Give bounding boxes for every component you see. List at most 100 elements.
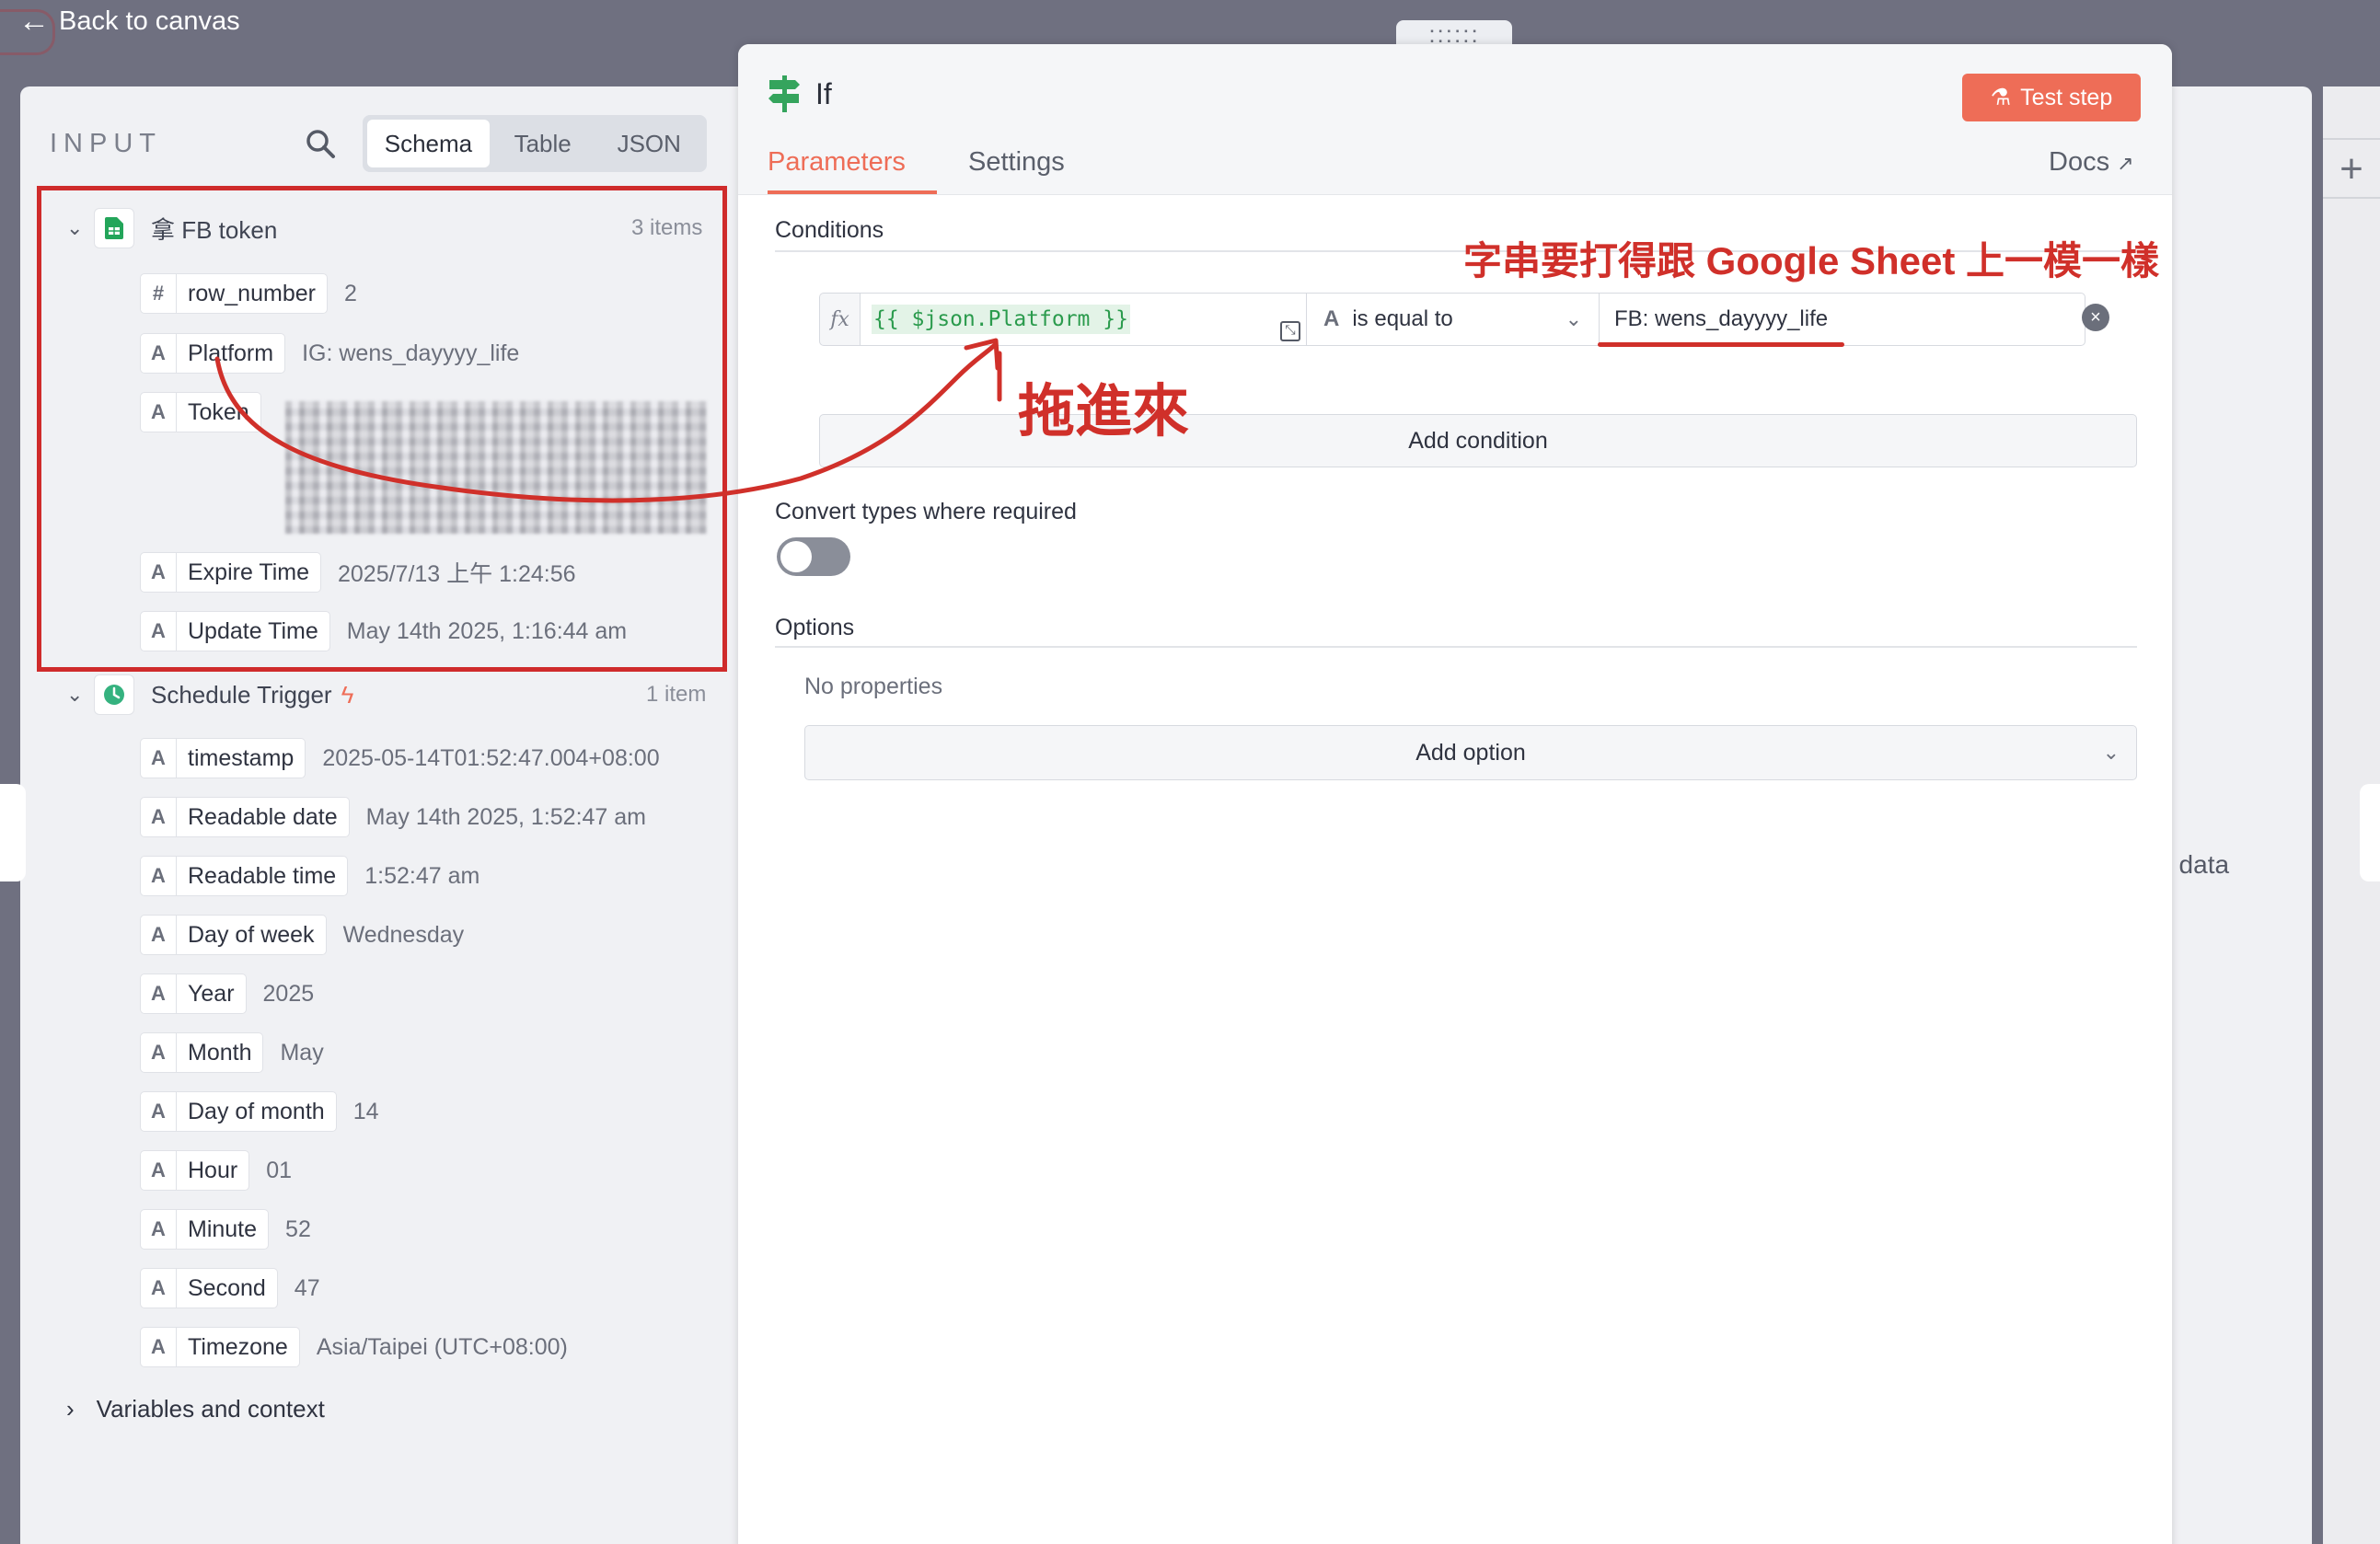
operator-select[interactable]: A is equal to ⌄ [1307, 293, 1600, 346]
chevron-down-icon[interactable]: ⌄ [66, 683, 94, 707]
string-type-icon: A [140, 1268, 177, 1308]
tab-schema[interactable]: Schema [367, 120, 490, 167]
right-collapse-tab[interactable] [2360, 784, 2380, 881]
input-panel-title: INPUT [50, 129, 162, 158]
field-name[interactable]: Day of month [177, 1091, 337, 1132]
flask-icon: ⚗ [1990, 85, 2012, 110]
convert-types-toggle[interactable] [777, 537, 850, 576]
string-type-icon: A [140, 856, 177, 896]
field-name[interactable]: Month [177, 1032, 264, 1073]
arrow-left-icon: ← [18, 4, 50, 39]
annotation-highlight-box [37, 186, 727, 672]
toggle-knob [780, 541, 812, 572]
field-name[interactable]: timestamp [177, 738, 306, 778]
field-value: 2025-05-14T01:52:47.004+08:00 [322, 744, 660, 771]
docs-link[interactable]: Docs ↗ [2049, 147, 2134, 178]
back-to-canvas-label: Back to canvas [59, 6, 240, 36]
output-hint-text: / data [2165, 850, 2230, 879]
string-type-icon: A [140, 738, 177, 778]
schema-field[interactable]: A Readable time 1:52:47 am [140, 856, 479, 896]
expand-editor-icon[interactable]: ⤡ [1280, 321, 1300, 341]
trigger-bolt-icon: ϟ [341, 680, 354, 709]
back-to-canvas-link[interactable]: ← Back to canvas [18, 6, 240, 37]
field-value: 01 [266, 1157, 292, 1183]
if-signpost-icon [768, 75, 800, 112]
string-type-icon: A [140, 915, 177, 955]
active-tab-underline [768, 190, 937, 194]
schema-field[interactable]: A Month May [140, 1032, 324, 1073]
schema-field[interactable]: A Day of month 14 [140, 1091, 379, 1132]
field-name[interactable]: Year [177, 974, 247, 1014]
tab-table[interactable]: Table [490, 120, 596, 167]
tab-json[interactable]: JSON [595, 120, 702, 167]
field-name[interactable]: Second [177, 1268, 278, 1308]
condition-left-value[interactable]: {{ $json.Platform }} ⤡ [860, 293, 1307, 346]
view-mode-tabs: Schema Table JSON [363, 115, 707, 172]
field-name[interactable]: Day of week [177, 915, 327, 955]
annotation-drag-note: 拖進來 [1018, 380, 1190, 444]
field-value: 2025 [262, 980, 315, 1007]
string-type-icon: A [140, 1150, 177, 1191]
chevron-down-icon: ⌄ [2102, 741, 2120, 764]
node-title[interactable]: If [815, 77, 832, 111]
add-option-button[interactable]: Add option ⌄ [804, 725, 2137, 780]
convert-types-label: Convert types where required [775, 499, 1077, 524]
field-name[interactable]: Minute [177, 1209, 270, 1250]
annotation-exact-match-note: 字串要打得跟 Google Sheet 上一模一樣 [1463, 239, 2160, 282]
schema-field[interactable]: A Readable date May 14th 2025, 1:52:47 a… [140, 797, 646, 837]
node-row-schedule-trigger[interactable]: ⌄ Schedule Trigger ϟ [66, 674, 353, 715]
string-type-icon: A [140, 1032, 177, 1073]
fx-icon: fx [819, 293, 860, 346]
remove-condition-icon[interactable]: × [2082, 304, 2109, 331]
clock-icon [94, 674, 134, 715]
schema-field[interactable]: A Timezone Asia/Taipei (UTC+08:00) [140, 1327, 568, 1367]
test-step-button[interactable]: ⚗ Test step [1962, 74, 2141, 121]
no-properties-text: No properties [804, 674, 943, 699]
test-step-label: Test step [2020, 84, 2113, 110]
schema-field[interactable]: A timestamp 2025-05-14T01:52:47.004+08:0… [140, 738, 660, 778]
field-value: Wednesday [342, 921, 465, 948]
schema-field[interactable]: A Minute 52 [140, 1209, 311, 1250]
conditions-label: Conditions [775, 217, 884, 243]
docs-label: Docs [2049, 147, 2110, 177]
add-node-button[interactable]: + [2323, 138, 2380, 199]
string-type-icon: A [1323, 306, 1340, 331]
field-value: 47 [294, 1274, 320, 1301]
variables-label: Variables and context [96, 1395, 325, 1423]
tab-parameters[interactable]: Parameters [768, 147, 906, 178]
condition-right-value[interactable]: FB: wens_dayyyy_life [1600, 293, 2085, 346]
field-name[interactable]: Timezone [177, 1327, 300, 1367]
divider [775, 646, 2137, 648]
external-link-icon: ↗ [2117, 152, 2134, 175]
string-type-icon: A [140, 1209, 177, 1250]
add-condition-button[interactable]: Add condition [819, 414, 2137, 467]
search-icon[interactable] [304, 127, 337, 160]
field-value: 14 [352, 1098, 379, 1124]
node-item-count: 1 item [646, 682, 707, 707]
field-value: May [280, 1039, 324, 1066]
variables-and-context-row[interactable]: › Variables and context [66, 1395, 325, 1423]
field-value: 52 [285, 1216, 311, 1242]
left-collapse-tab[interactable] [0, 784, 26, 881]
expression-text: {{ $json.Platform }} [872, 305, 1130, 334]
field-name[interactable]: Readable date [177, 797, 350, 837]
field-name[interactable]: Hour [177, 1150, 250, 1191]
schema-field[interactable]: A Second 47 [140, 1268, 320, 1308]
node-panel-header [738, 44, 2172, 195]
field-value: 1:52:47 am [364, 862, 480, 889]
field-name[interactable]: Readable time [177, 856, 349, 896]
tab-settings[interactable]: Settings [968, 147, 1065, 178]
add-option-label: Add option [1415, 740, 1526, 766]
chevron-right-icon: › [66, 1395, 75, 1423]
string-type-icon: A [140, 1091, 177, 1132]
field-value: May 14th 2025, 1:52:47 am [365, 803, 647, 830]
operator-label: is equal to [1352, 306, 1453, 331]
field-value: Asia/Taipei (UTC+08:00) [316, 1333, 568, 1360]
node-name: Schedule Trigger [151, 680, 332, 709]
schema-field[interactable]: A Day of week Wednesday [140, 915, 464, 955]
schema-field[interactable]: A Year 2025 [140, 974, 314, 1014]
string-type-icon: A [140, 1327, 177, 1367]
schema-field[interactable]: A Hour 01 [140, 1150, 292, 1191]
options-label: Options [775, 615, 855, 640]
annotation-underline [1598, 342, 1844, 347]
